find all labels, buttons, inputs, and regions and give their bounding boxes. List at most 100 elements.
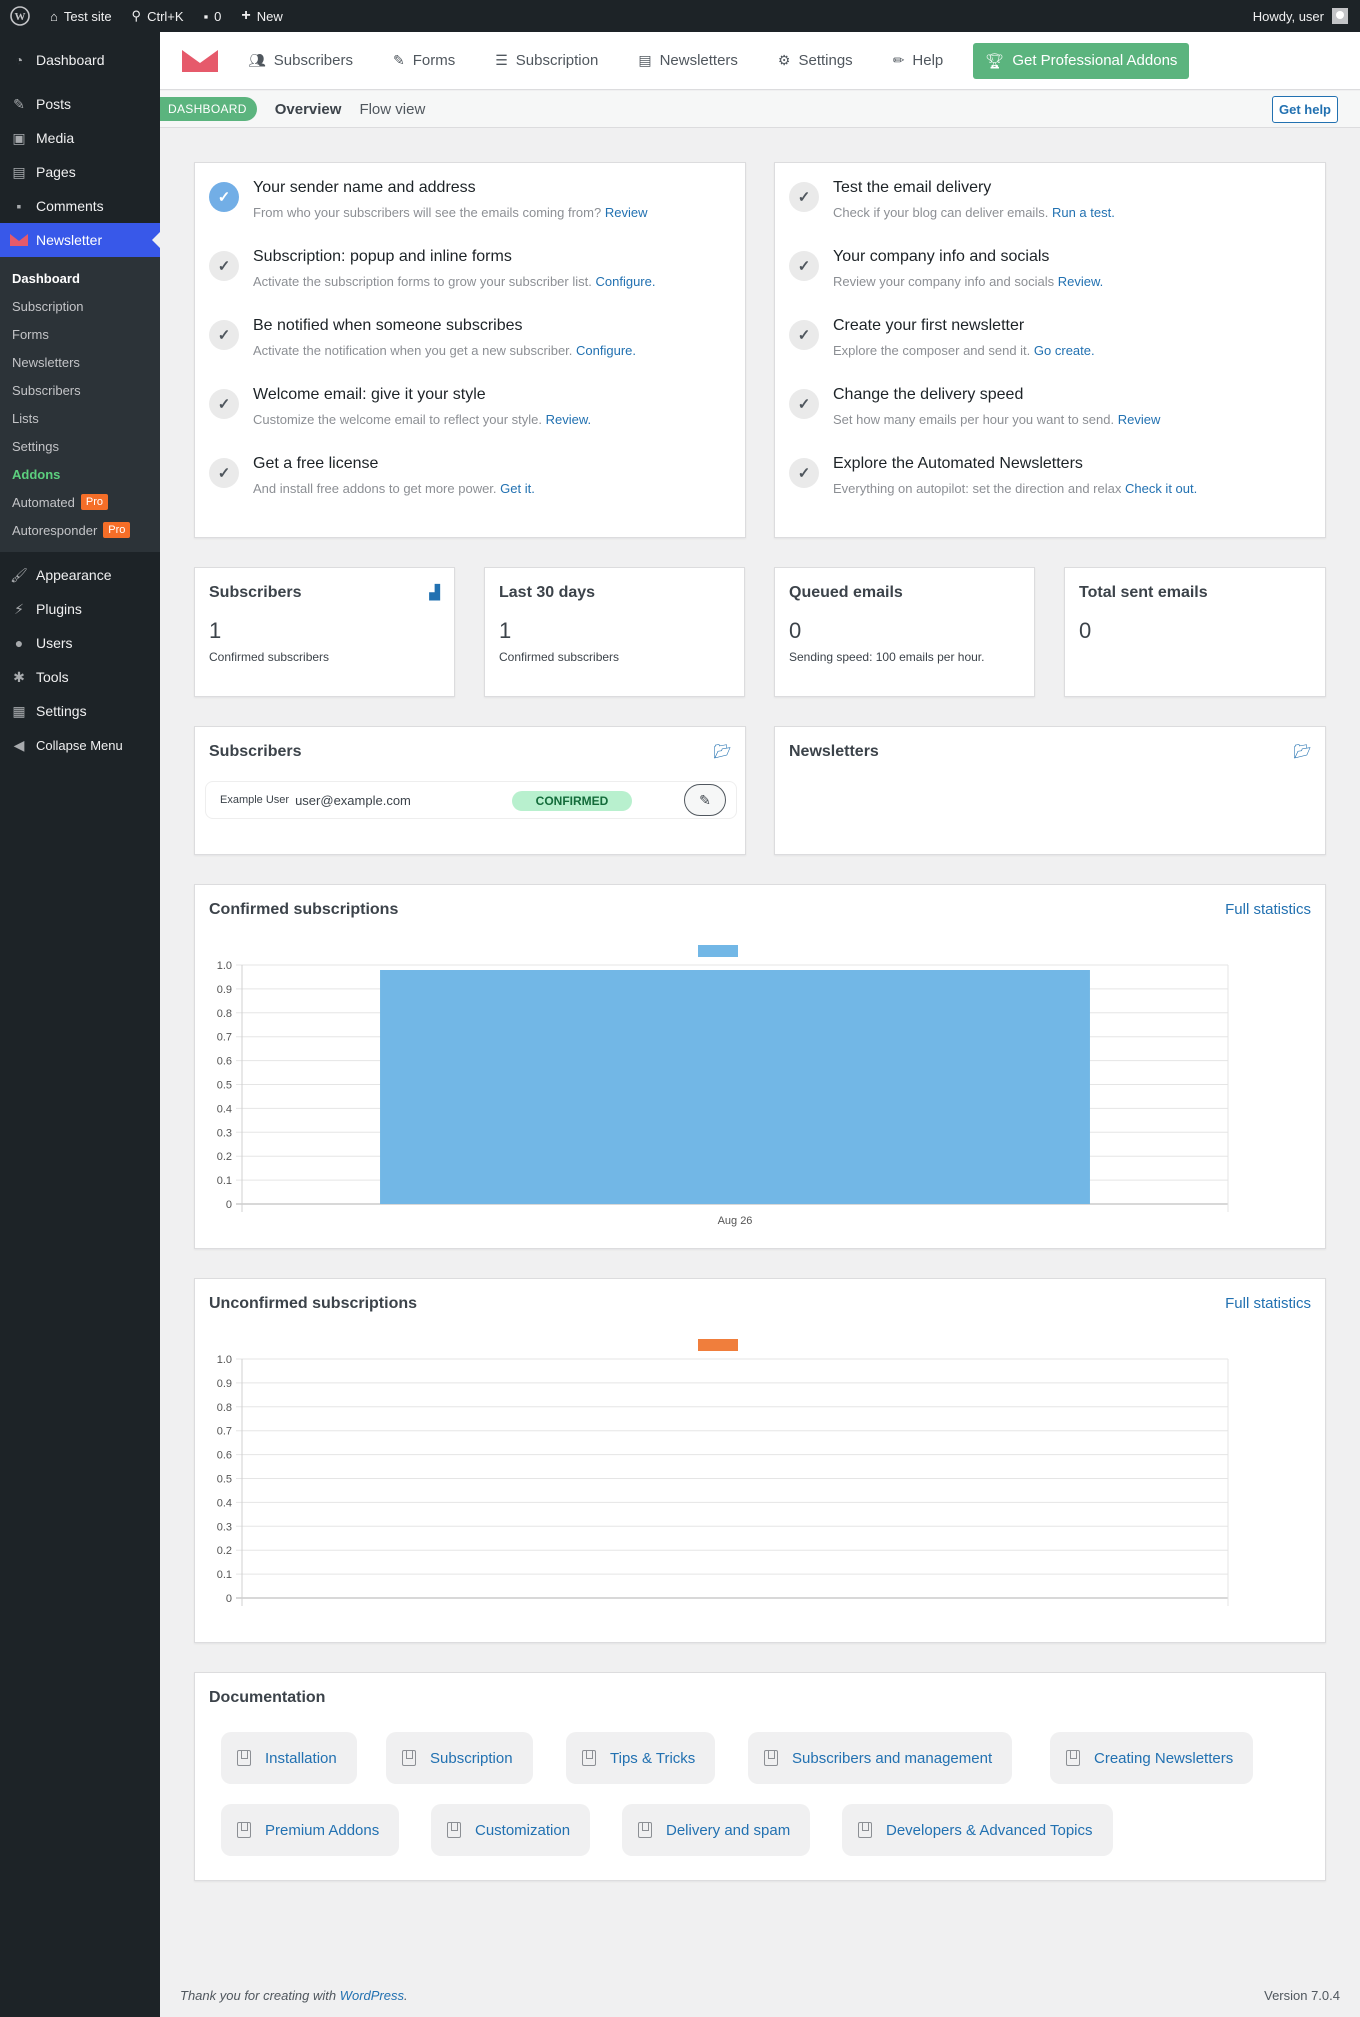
nav-subscribers[interactable]: 👥︎ Subscribers	[248, 52, 353, 69]
tab-overview[interactable]: Overview	[275, 101, 342, 118]
submenu-newsletters[interactable]: Newsletters	[0, 348, 160, 376]
comments-link[interactable]: ▪ 0	[194, 0, 232, 32]
checklist-item: ✓ Get a free license And install free addo…	[209, 455, 535, 496]
sidebar-item-tools[interactable]: ✱ Tools	[0, 660, 160, 694]
new-content-button[interactable]: + New	[231, 0, 292, 32]
admin-bar: W ⌂ Test site ⚲ Ctrl+K ▪ 0 + New Howdy, …	[0, 0, 1360, 32]
submenu-dashboard[interactable]: Dashboard	[0, 264, 160, 292]
submenu-lists[interactable]: Lists	[0, 404, 160, 432]
submenu-addons[interactable]: Addons	[0, 460, 160, 488]
doc-link-creating-newsletters[interactable]: Creating Newsletters	[1050, 1732, 1254, 1784]
stat-title: Subscribers	[209, 584, 302, 601]
submenu-label: Addons	[12, 466, 61, 482]
checklist-item: ✓ Subscription: popup and inline forms Act…	[209, 248, 655, 289]
tab-flow-view[interactable]: Flow view	[359, 101, 425, 118]
chart-plot: 0 0.1 0.2 0.3 0.4 0.5 0.6 0.7 0.8 0.9 1.0 Aug 26	[217, 945, 1229, 1227]
wordpress-link[interactable]: WordPress	[340, 1988, 404, 2003]
get-professional-addons-button[interactable]: 🏆︎ Get Professional Addons	[973, 42, 1190, 79]
folder-icon[interactable]: 📂︎	[1293, 743, 1311, 760]
submenu-settings[interactable]: Settings	[0, 432, 160, 460]
y-tick-label: 0.3	[217, 1127, 232, 1139]
folder-icon[interactable]: 📂︎	[713, 743, 731, 760]
checklist-item: ✓ Change the delivery speed Set how many e…	[789, 386, 1160, 427]
sidebar-item-plugins[interactable]: ⚡︎ Plugins	[0, 592, 160, 626]
doc-link-developers-advanced[interactable]: Developers & Advanced Topics	[842, 1804, 1113, 1856]
nav-label: Newsletters	[659, 52, 738, 69]
submenu-label: Dashboard	[12, 270, 80, 286]
chart-icon[interactable]: ▟	[429, 584, 440, 601]
submenu-subscribers[interactable]: Subscribers	[0, 376, 160, 404]
submenu-automated[interactable]: Automated Pro	[0, 488, 160, 516]
doc-link-installation[interactable]: Installation	[221, 1732, 357, 1784]
edit-subscriber-button[interactable]: ✎	[684, 784, 726, 816]
checklist-action-link[interactable]: Review	[1118, 412, 1161, 427]
submenu-label: Lists	[12, 410, 39, 426]
nav-label: Subscription	[515, 52, 599, 69]
nav-newsletters[interactable]: ▤ Newsletters	[638, 52, 738, 69]
checklist-title: Explore the Automated Newsletters	[833, 455, 1083, 472]
sidebar-item-comments[interactable]: ▪ Comments	[0, 189, 160, 223]
home-icon: ⌂	[50, 8, 58, 24]
nav-label: Settings	[798, 52, 853, 69]
pro-badge: Pro	[103, 522, 131, 538]
sidebar-item-label: Settings	[36, 703, 87, 719]
sidebar-item-appearance[interactable]: 🖌︎ Appearance	[0, 558, 160, 592]
checklist-item: ✓ Your company info and socials Review you…	[789, 248, 1103, 289]
sidebar-item-users[interactable]: ● Users	[0, 626, 160, 660]
checklist-action-link[interactable]: Run a test.	[1052, 205, 1115, 220]
checklist-action-link[interactable]: Review.	[1058, 274, 1104, 289]
wordpress-logo-icon[interactable]: W	[0, 0, 40, 32]
unconfirmed-chart-card: Unconfirmed subscriptions Full statistic…	[194, 1278, 1326, 1643]
checklist-title: Welcome email: give it your style	[253, 386, 486, 403]
checklist-action-link[interactable]: Get it.	[500, 481, 535, 496]
sidebar-item-settings[interactable]: ▦ Settings	[0, 694, 160, 728]
stat-value: 1	[499, 618, 512, 643]
doc-link-label: Tips & Tricks	[610, 1749, 696, 1767]
pro-badge: Pro	[80, 494, 108, 510]
submenu-autoresponder[interactable]: Autoresponder Pro	[0, 516, 160, 544]
sidebar-item-newsletter[interactable]: Newsletter	[0, 223, 160, 257]
submenu-forms[interactable]: Forms	[0, 320, 160, 348]
checklist-action-link[interactable]: Review.	[546, 412, 592, 427]
checklist-action-link[interactable]: Configure.	[595, 274, 655, 289]
newsletter-submenu: Dashboard Subscription Forms Newsletters…	[0, 257, 160, 552]
brush-icon: 🖌︎	[10, 566, 28, 583]
doc-link-subscribers-management[interactable]: Subscribers and management	[748, 1732, 1013, 1784]
doc-link-premium-addons[interactable]: Premium Addons	[221, 1804, 400, 1856]
site-name-link[interactable]: ⌂ Test site	[40, 0, 122, 32]
checklist-action-link[interactable]: Review	[605, 205, 648, 220]
nav-subscription[interactable]: ☰ Subscription	[495, 52, 598, 69]
legend-swatch	[698, 945, 738, 957]
nav-settings[interactable]: ⚙ Settings	[778, 52, 853, 69]
subscriber-row: Example User user@example.com CONFIRMED …	[205, 781, 737, 819]
sidebar-item-posts[interactable]: ✎ Posts	[0, 87, 160, 121]
submenu-subscription[interactable]: Subscription	[0, 292, 160, 320]
doc-link-delivery-spam[interactable]: Delivery and spam	[622, 1804, 811, 1856]
y-tick-label: 0.8	[217, 1008, 232, 1020]
checklist-card-left: ✓ Your sender name and address From who yo…	[194, 162, 746, 538]
sidebar-item-label: Pages	[36, 164, 76, 180]
doc-link-label: Creating Newsletters	[1094, 1749, 1234, 1767]
doc-link-tips-tricks[interactable]: Tips & Tricks	[566, 1732, 716, 1784]
checklist-action-link[interactable]: Go create.	[1034, 343, 1095, 358]
collapse-menu-button[interactable]: ◀ Collapse Menu	[0, 728, 160, 762]
stat-value: 1	[209, 618, 222, 643]
checklist-action-link[interactable]: Configure.	[576, 343, 636, 358]
sidebar-item-media[interactable]: ▣ Media	[0, 121, 160, 155]
account-menu[interactable]: Howdy, user	[1253, 8, 1360, 24]
bookmark-icon	[582, 1750, 596, 1766]
doc-link-customization[interactable]: Customization	[431, 1804, 591, 1856]
nav-help[interactable]: ✏ Help	[893, 52, 944, 69]
newsletter-logo-icon[interactable]	[180, 49, 220, 72]
doc-link-subscription[interactable]: Subscription	[386, 1732, 533, 1784]
checklist-action-link[interactable]: Check it out.	[1125, 481, 1197, 496]
sidebar-item-pages[interactable]: ▤ Pages	[0, 155, 160, 189]
get-help-button[interactable]: Get help	[1271, 95, 1338, 123]
user-icon: ●	[14, 635, 24, 651]
nav-forms[interactable]: ✎ Forms	[393, 52, 455, 69]
subscriber-email: user@example.com	[295, 792, 411, 808]
sidebar-item-dashboard[interactable]: ◔ Dashboard	[0, 43, 160, 77]
documentation-card: Documentation Installation Subscription …	[194, 1672, 1326, 1881]
plugin-icon: ⚡︎	[14, 600, 24, 617]
command-palette-button[interactable]: ⚲ Ctrl+K	[122, 0, 194, 32]
